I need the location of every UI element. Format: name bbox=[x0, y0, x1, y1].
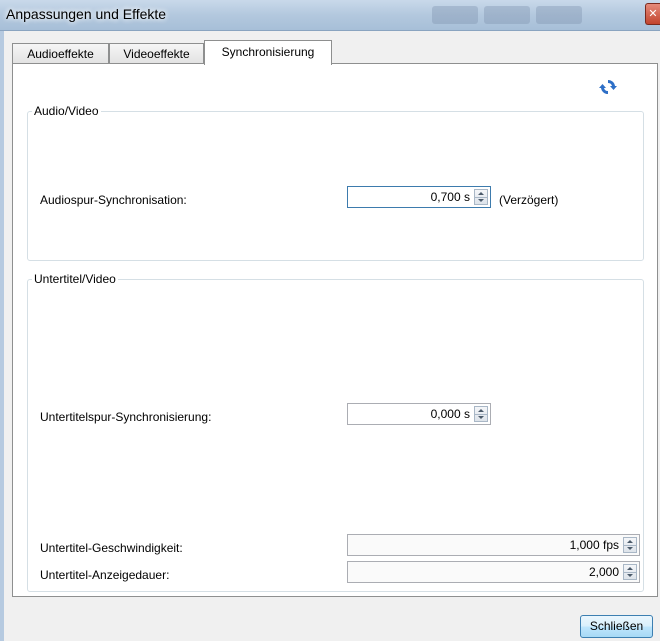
taskbar-blur bbox=[432, 6, 478, 24]
spin-arrows-icon[interactable] bbox=[474, 406, 488, 422]
tab-synchronisierung[interactable]: Synchronisierung bbox=[204, 40, 332, 65]
subtitle-speed-label: Untertitel-Geschwindigkeit: bbox=[40, 541, 183, 555]
subtitle-sync-label: Untertitelspur-Synchronisierung: bbox=[40, 410, 212, 424]
taskbar-blur bbox=[536, 6, 582, 24]
audio-sync-spinbox[interactable]: 0,700 s bbox=[347, 186, 491, 208]
refresh-icon[interactable] bbox=[599, 78, 617, 96]
spin-arrows-icon[interactable] bbox=[623, 537, 637, 553]
close-button[interactable]: Schließen bbox=[580, 615, 653, 638]
title-bar: Anpassungen und Effekte ✕ bbox=[0, 0, 660, 31]
window-close-button[interactable]: ✕ bbox=[645, 3, 660, 25]
close-icon: ✕ bbox=[648, 8, 658, 20]
group-title: Untertitel/Video bbox=[32, 272, 118, 286]
dialog-frame: Audioeffekte Videoeffekte Synchronisieru… bbox=[0, 31, 660, 641]
spin-arrows-icon[interactable] bbox=[623, 564, 637, 580]
tab-audioeffekte[interactable]: Audioeffekte bbox=[12, 43, 109, 63]
tab-videoeffekte[interactable]: Videoeffekte bbox=[109, 43, 204, 63]
audio-sync-suffix: (Verzögert) bbox=[499, 193, 559, 207]
subtitle-sync-value: 0,000 s bbox=[430, 407, 470, 421]
group-title: Audio/Video bbox=[32, 104, 101, 118]
audio-sync-value: 0,700 s bbox=[430, 190, 470, 204]
subtitle-duration-value: 2,000 bbox=[588, 565, 619, 579]
audio-video-group: Audio/Video Audiospur-Synchronisation: 0… bbox=[27, 104, 644, 261]
subtitle-sync-spinbox[interactable]: 0,000 s bbox=[347, 403, 491, 425]
taskbar-blur bbox=[484, 6, 530, 24]
subtitle-duration-label: Untertitel-Anzeigedauer: bbox=[40, 568, 170, 582]
subtitle-speed-value: 1,000 fps bbox=[569, 538, 619, 552]
subtitle-speed-spinbox[interactable]: 1,000 fps bbox=[347, 534, 640, 556]
tab-panel: Audio/Video Audiospur-Synchronisation: 0… bbox=[12, 63, 658, 597]
window-title: Anpassungen und Effekte bbox=[6, 6, 167, 22]
spin-arrows-icon[interactable] bbox=[474, 189, 488, 205]
subtitle-video-group: Untertitel/Video Untertitelspur-Synchron… bbox=[27, 272, 644, 592]
audio-sync-label: Audiospur-Synchronisation: bbox=[40, 193, 187, 207]
subtitle-duration-spinbox[interactable]: 2,000 bbox=[347, 561, 640, 583]
